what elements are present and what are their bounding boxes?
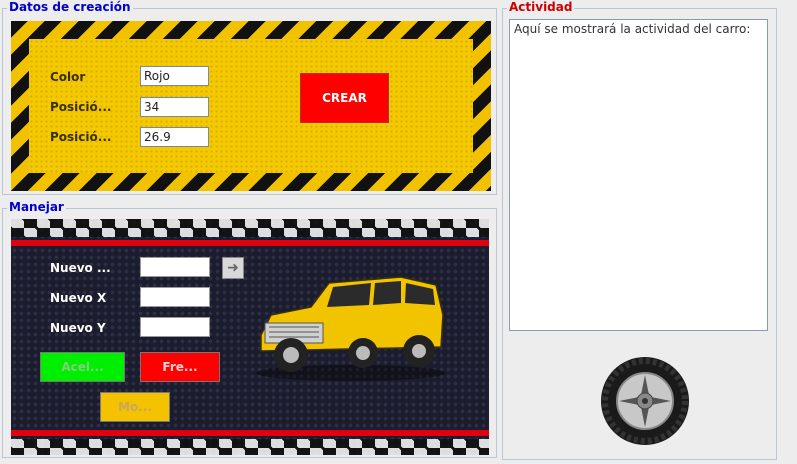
nuevo-y-label: Nuevo Y: [50, 321, 106, 335]
color-field[interactable]: [140, 66, 209, 86]
nuevo-y-field[interactable]: [140, 317, 210, 337]
race-board: Nuevo ... ➜ Nuevo X Nuevo Y Acel... Fre.…: [11, 219, 489, 455]
hazard-board-inner: Color Posició... Posició... CREAR: [29, 39, 473, 173]
posicion-x-label: Posició...: [50, 100, 112, 114]
posicion-y-field[interactable]: [140, 127, 209, 147]
frenar-button[interactable]: Fre...: [140, 352, 220, 382]
red-stripe-top: [11, 240, 489, 246]
datos-creacion-title: Datos de creación: [7, 0, 133, 14]
mover-button[interactable]: Mo...: [100, 392, 170, 422]
posicion-x-field[interactable]: [140, 97, 209, 117]
manejar-panel: Manejar Nuevo ... ➜ Nuevo X Nuevo Y Acel…: [2, 200, 497, 458]
color-label: Color: [50, 70, 86, 84]
red-stripe-bottom: [11, 430, 489, 436]
actividad-title: Actividad: [507, 0, 575, 14]
actividad-panel: Actividad Aquí se mostrará la actividad …: [502, 0, 777, 460]
hazard-board: Color Posició... Posició... CREAR: [11, 21, 491, 191]
nuevo-x-label: Nuevo X: [50, 291, 107, 305]
yellow-suv-image: [256, 276, 446, 381]
checkered-flag-top: [11, 219, 489, 237]
arrow-right-icon[interactable]: ➜: [222, 257, 244, 279]
tire-icon: [601, 357, 689, 445]
nuevo-field[interactable]: [140, 257, 210, 277]
crear-button[interactable]: CREAR: [300, 73, 389, 123]
nuevo-label: Nuevo ...: [50, 261, 111, 275]
acelerar-button[interactable]: Acel...: [40, 352, 125, 382]
posicion-y-label: Posició...: [50, 130, 112, 144]
actividad-log[interactable]: Aquí se mostrará la actividad del carro:: [509, 19, 768, 331]
checkered-flag-bottom: [11, 439, 489, 455]
nuevo-x-field[interactable]: [140, 287, 210, 307]
manejar-title: Manejar: [7, 200, 66, 214]
datos-creacion-panel: Datos de creación Color Posició... Posic…: [2, 0, 497, 195]
